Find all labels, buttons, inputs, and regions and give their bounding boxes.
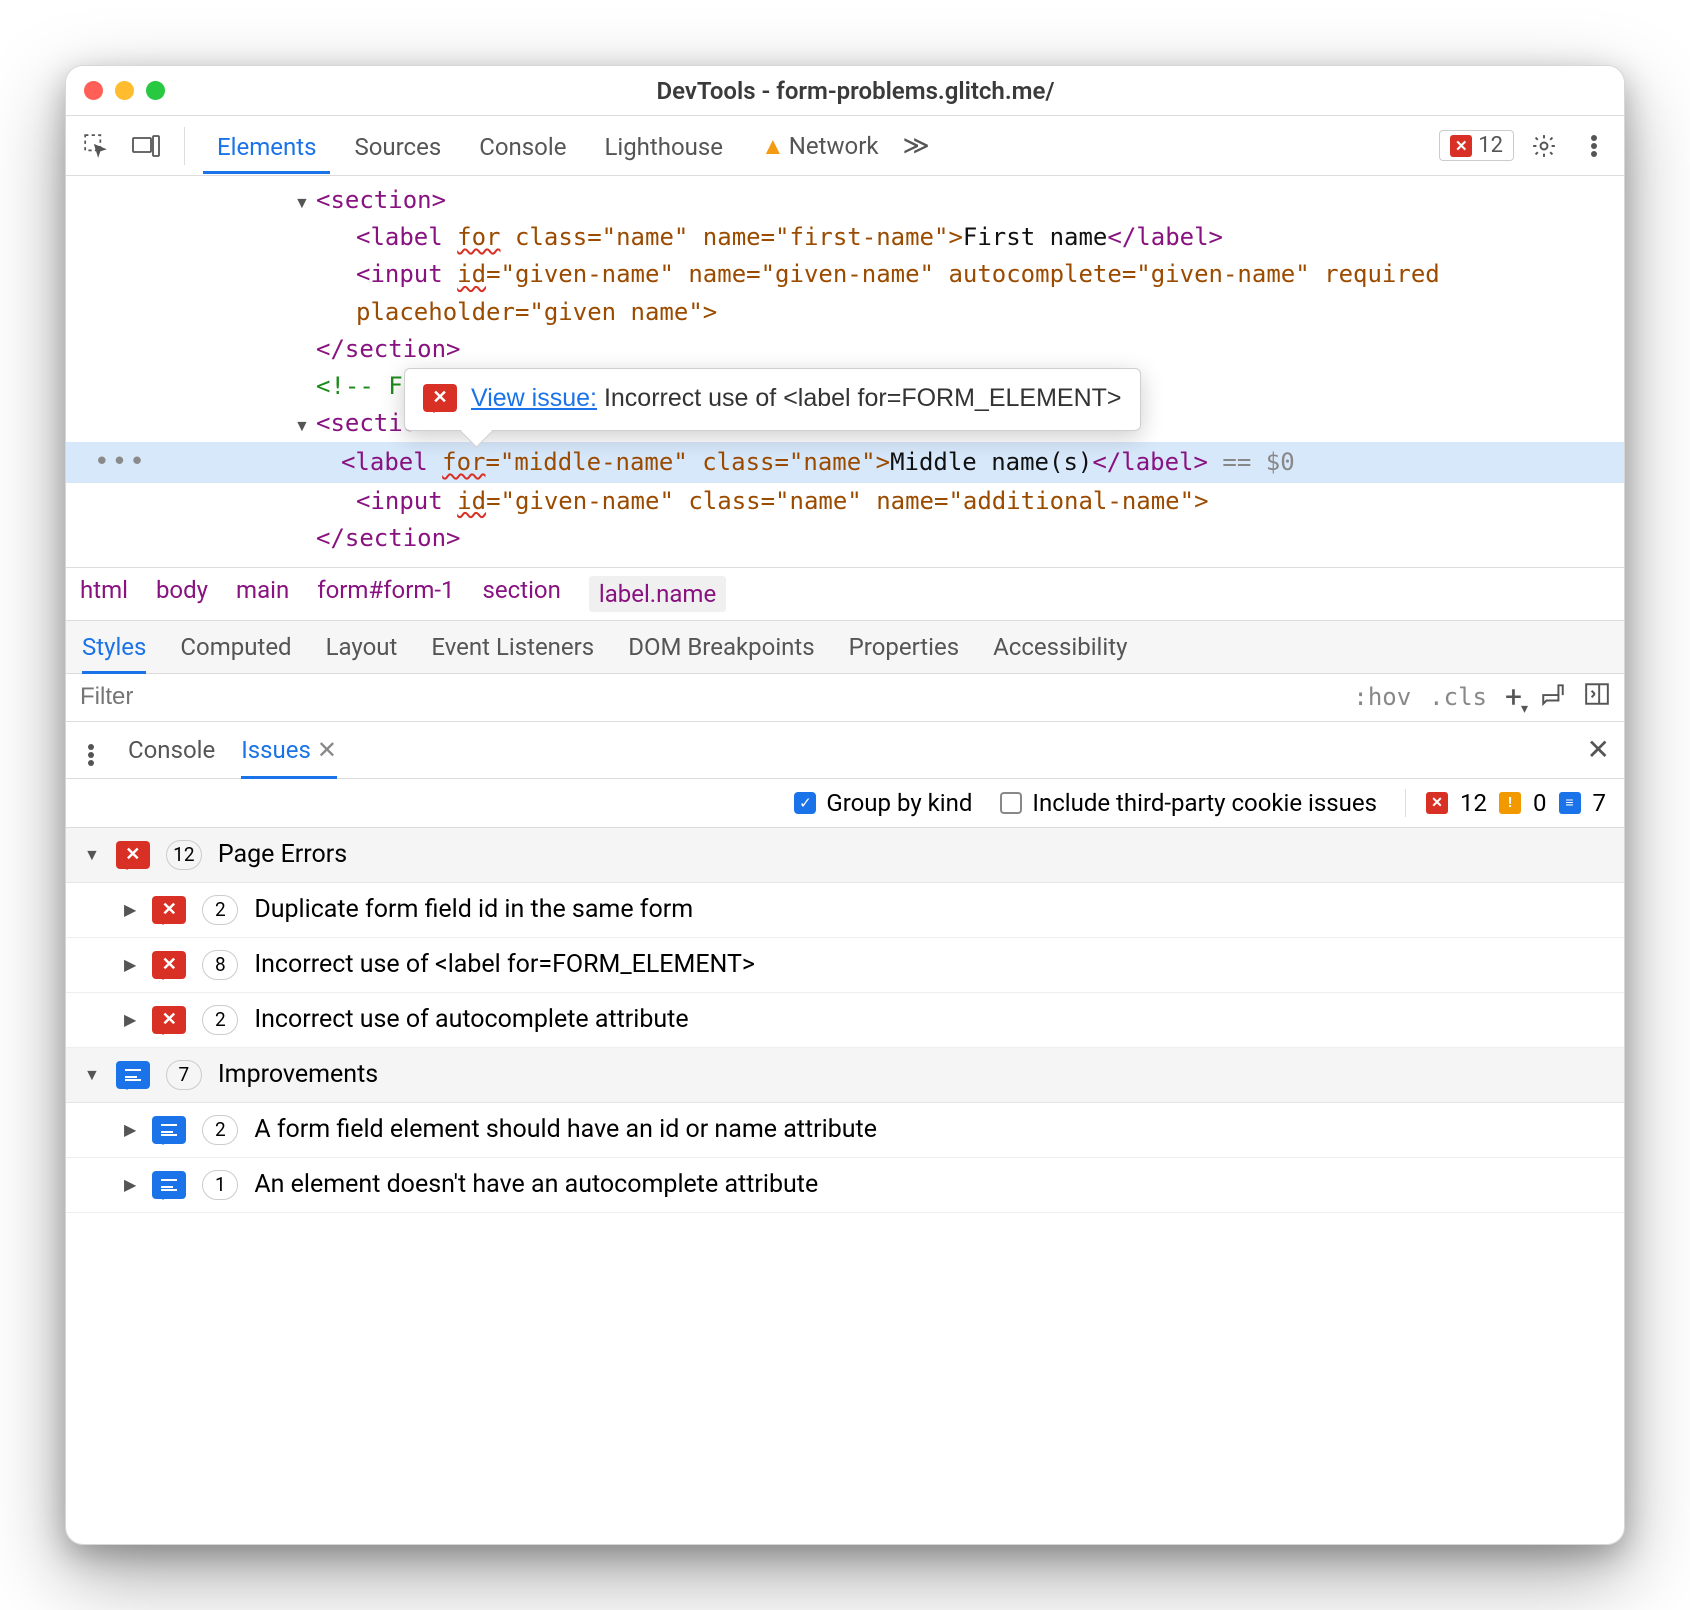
crumb[interactable]: form#form-1: [317, 576, 454, 612]
main-toolbar: Elements Sources Console Lighthouse ▲Net…: [66, 116, 1624, 176]
tab-elements[interactable]: Elements: [203, 119, 330, 173]
dom-node[interactable]: placeholder="given name">: [66, 294, 1624, 331]
elements-subtabs: Styles Computed Layout Event Listeners D…: [66, 621, 1624, 674]
issue-tooltip: ✕ View issue: Incorrect use of <label fo…: [404, 368, 1141, 431]
chevron-right-icon: ▶: [124, 1175, 136, 1194]
group-by-kind-checkbox[interactable]: ✓Group by kind: [794, 789, 972, 817]
breadcrumb: html body main form#form-1 section label…: [66, 567, 1624, 621]
error-message-icon: ✕: [152, 896, 186, 924]
crumb[interactable]: section: [483, 576, 561, 612]
issues-list: ▼ ✕ 12 Page Errors ▶✕2Duplicate form fie…: [66, 828, 1624, 1213]
issue-category[interactable]: ▼ ✕ 12 Page Errors: [66, 828, 1624, 883]
dom-tree[interactable]: <section> <label for class="name" name="…: [66, 176, 1624, 567]
dom-node[interactable]: <label for class="name" name="first-name…: [66, 219, 1624, 256]
tab-network[interactable]: ▲Network: [747, 118, 892, 173]
error-message-icon: ✕: [152, 951, 186, 979]
hover-toggle[interactable]: :hov: [1353, 683, 1411, 711]
chevron-down-icon: ▼: [84, 1065, 100, 1085]
more-tabs-icon[interactable]: ≫: [902, 131, 929, 161]
issue-item[interactable]: ▶✕2Incorrect use of autocomplete attribu…: [66, 993, 1624, 1048]
issue-category[interactable]: ▼ 7 Improvements: [66, 1048, 1624, 1103]
error-count-pill[interactable]: ✕ 12: [1439, 130, 1514, 161]
window-title: DevTools - form-problems.glitch.me/: [165, 77, 1546, 105]
styles-filter-input[interactable]: [80, 683, 1335, 711]
error-message-icon: ✕: [423, 384, 457, 412]
chevron-right-icon: ▶: [124, 1120, 136, 1139]
crumb-current[interactable]: label.name: [589, 576, 726, 612]
drawer-tabs: Console Issues ✕ ✕: [66, 722, 1624, 779]
error-badge-icon: ✕: [1426, 792, 1448, 814]
info-message-icon: [152, 1116, 186, 1144]
subtab-event-listeners[interactable]: Event Listeners: [431, 621, 594, 673]
subtab-accessibility[interactable]: Accessibility: [993, 621, 1127, 673]
titlebar: DevTools - form-problems.glitch.me/: [66, 66, 1624, 116]
chevron-right-icon: ▶: [124, 955, 136, 974]
row-actions-icon[interactable]: •••: [66, 442, 161, 482]
drawer-tab-issues[interactable]: Issues ✕: [241, 722, 337, 778]
chevron-down-icon: ▼: [84, 845, 100, 865]
inspect-element-icon[interactable]: [76, 126, 116, 166]
crumb[interactable]: body: [156, 576, 208, 612]
drawer-more-icon[interactable]: [80, 736, 102, 764]
subtab-properties[interactable]: Properties: [849, 621, 959, 673]
dom-node-selected[interactable]: ••• <label for="middle-name" class="name…: [66, 442, 1624, 482]
device-mode-icon[interactable]: [126, 126, 166, 166]
tab-console[interactable]: Console: [465, 119, 580, 173]
subtab-dom-breakpoints[interactable]: DOM Breakpoints: [628, 621, 814, 673]
dom-node[interactable]: <input id="given-name" class="name" name…: [66, 483, 1624, 520]
issue-item[interactable]: ▶1An element doesn't have an autocomplet…: [66, 1158, 1624, 1213]
chevron-right-icon: ▶: [124, 1010, 136, 1029]
dom-node[interactable]: </section>: [66, 331, 1624, 368]
info-message-icon: [116, 1061, 150, 1089]
tab-lighthouse[interactable]: Lighthouse: [590, 119, 737, 173]
devtools-window: DevTools - form-problems.glitch.me/ Elem…: [65, 65, 1625, 1545]
close-drawer-icon[interactable]: ✕: [1587, 733, 1610, 766]
error-message-icon: ✕: [152, 1006, 186, 1034]
dom-node[interactable]: </section>: [66, 520, 1624, 557]
error-icon: ✕: [1450, 135, 1472, 157]
close-tab-icon[interactable]: ✕: [317, 736, 337, 764]
error-message-icon: ✕: [116, 841, 150, 869]
more-menu-icon[interactable]: [1574, 126, 1614, 166]
toggle-sidebar-icon[interactable]: [1584, 681, 1610, 713]
issue-item[interactable]: ▶✕8Incorrect use of <label for=FORM_ELEM…: [66, 938, 1624, 993]
subtab-layout[interactable]: Layout: [326, 621, 398, 673]
drawer-tab-console[interactable]: Console: [128, 722, 215, 778]
dom-node[interactable]: <section>: [66, 182, 1624, 219]
third-party-checkbox[interactable]: Include third-party cookie issues: [1000, 789, 1377, 817]
issue-counts: ✕12 !0 ≡7: [1405, 789, 1606, 817]
warning-icon: ▲: [761, 132, 785, 160]
paint-brush-icon[interactable]: [1540, 681, 1566, 713]
tab-sources[interactable]: Sources: [340, 119, 455, 173]
view-issue-link[interactable]: View issue:: [471, 384, 597, 412]
styles-filter-row: :hov .cls +▾: [66, 674, 1624, 722]
issue-item[interactable]: ▶✕2Duplicate form field id in the same f…: [66, 883, 1624, 938]
chevron-right-icon: ▶: [124, 900, 136, 919]
new-style-rule-icon[interactable]: +▾: [1505, 680, 1522, 715]
zoom-window-button[interactable]: [146, 81, 165, 100]
warning-badge-icon: !: [1499, 792, 1521, 814]
issues-options: ✓Group by kind Include third-party cooki…: [66, 779, 1624, 828]
crumb[interactable]: main: [236, 576, 289, 612]
cls-toggle[interactable]: .cls: [1429, 683, 1487, 711]
issue-item[interactable]: ▶2A form field element should have an id…: [66, 1103, 1624, 1158]
minimize-window-button[interactable]: [115, 81, 134, 100]
info-badge-icon: ≡: [1559, 792, 1581, 814]
traffic-lights: [84, 81, 165, 100]
dom-node[interactable]: <input id="given-name" name="given-name"…: [66, 256, 1624, 293]
subtab-computed[interactable]: Computed: [180, 621, 291, 673]
settings-gear-icon[interactable]: [1524, 126, 1564, 166]
close-window-button[interactable]: [84, 81, 103, 100]
info-message-icon: [152, 1171, 186, 1199]
crumb[interactable]: html: [80, 576, 128, 612]
subtab-styles[interactable]: Styles: [82, 621, 146, 673]
